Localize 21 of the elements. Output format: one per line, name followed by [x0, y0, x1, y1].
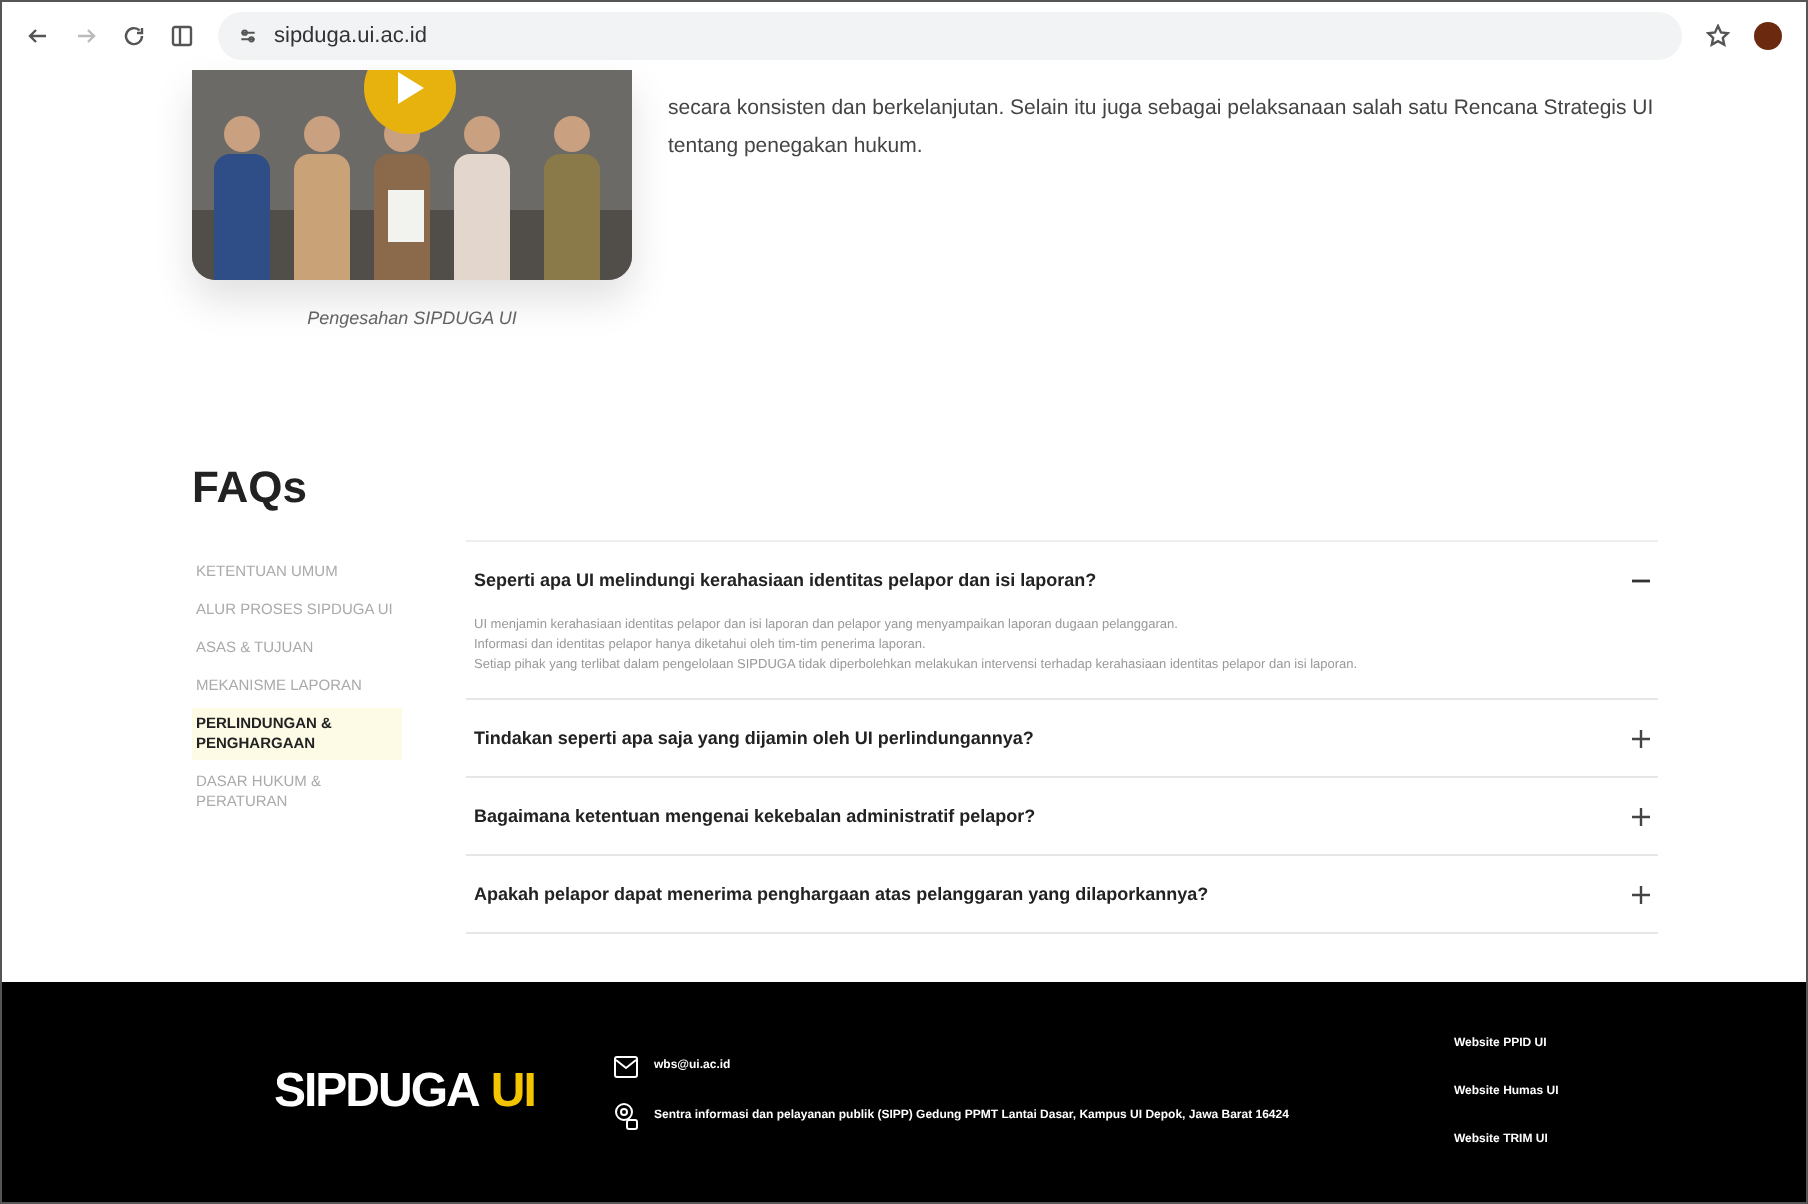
faq-question[interactable]: Seperti apa UI melindungi kerahasiaan identitas pelapor dan isi laporan? — [474, 570, 1097, 590]
faq-question[interactable]: Bagaimana ketentuan mengenai kekebalan administratif pelapor? — [474, 806, 1036, 826]
expand-icon[interactable] — [1632, 729, 1650, 747]
faq-question[interactable]: Apakah pelapor dapat menerima penghargaan atas pelanggaran yang dilaporkannya? — [474, 884, 1209, 904]
site-settings-icon[interactable] — [238, 26, 258, 46]
expand-icon[interactable] — [1632, 885, 1650, 903]
logo-text: SIPDUGA — [274, 1064, 479, 1120]
expand-icon[interactable] — [1632, 807, 1650, 825]
location-icon — [614, 1101, 638, 1129]
reload-icon[interactable] — [122, 24, 146, 48]
side-panel-icon[interactable] — [170, 24, 194, 48]
logo-accent: UI — [490, 1064, 535, 1120]
profile-avatar[interactable] — [1754, 22, 1782, 50]
faq-question[interactable]: Tindakan seperti apa saja yang dijamin oleh UI perlindungannya? — [474, 728, 1034, 748]
address-bar[interactable]: sipduga.ui.ac.id — [218, 12, 1682, 60]
star-icon[interactable] — [1706, 24, 1730, 48]
intro-paragraph: secara konsisten dan berkelanjutan. Selain itu juga sebagai pelaksanaan salah satu Rencana Strategis UI tentang penegakan hukum. — [668, 94, 1656, 162]
faq-heading: FAQs — [192, 462, 309, 514]
photo-caption: Pengesahan SIPDUGA UI — [307, 308, 517, 328]
back-icon[interactable] — [26, 24, 50, 48]
mail-icon — [614, 1055, 638, 1077]
